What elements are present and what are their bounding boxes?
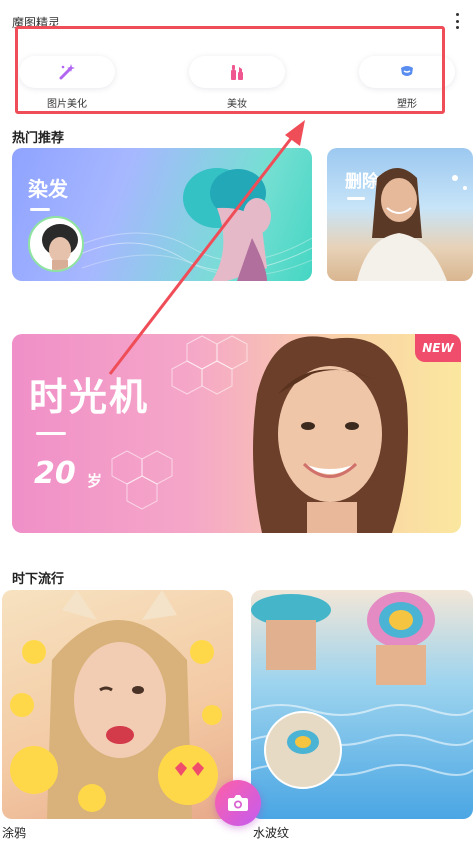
card-caption: 涂鸦	[2, 826, 27, 840]
card-water-ripple[interactable]	[251, 590, 473, 819]
doodle-photo	[10, 590, 222, 819]
portrait-illustration	[253, 336, 408, 533]
water-ripple-photo	[251, 592, 473, 789]
card-doodle[interactable]	[2, 590, 233, 819]
more-options-button[interactable]	[449, 12, 465, 30]
banner-title: 时光机	[29, 375, 150, 419]
camera-button[interactable]	[215, 780, 261, 826]
section-title-trending: 时下流行	[12, 572, 65, 587]
new-badge: NEW	[415, 334, 461, 362]
title-dash	[36, 432, 66, 435]
highlight-box	[15, 26, 445, 114]
card-remove-objects[interactable]: 删除杂物	[327, 148, 473, 281]
section-title-recommend: 热门推荐	[12, 131, 65, 146]
card-caption: 水波纹	[253, 826, 290, 840]
card-time-machine[interactable]: 时光机 20 岁 NEW	[12, 334, 461, 533]
card-hair-dye[interactable]: 染发	[12, 148, 312, 281]
banner-age-unit: 岁	[87, 472, 103, 490]
banner-age: 20	[34, 456, 76, 491]
hair-sample-avatar	[28, 216, 84, 272]
more-vertical-icon	[455, 13, 459, 16]
remove-objects-photo	[357, 168, 467, 281]
camera-icon	[228, 795, 248, 811]
